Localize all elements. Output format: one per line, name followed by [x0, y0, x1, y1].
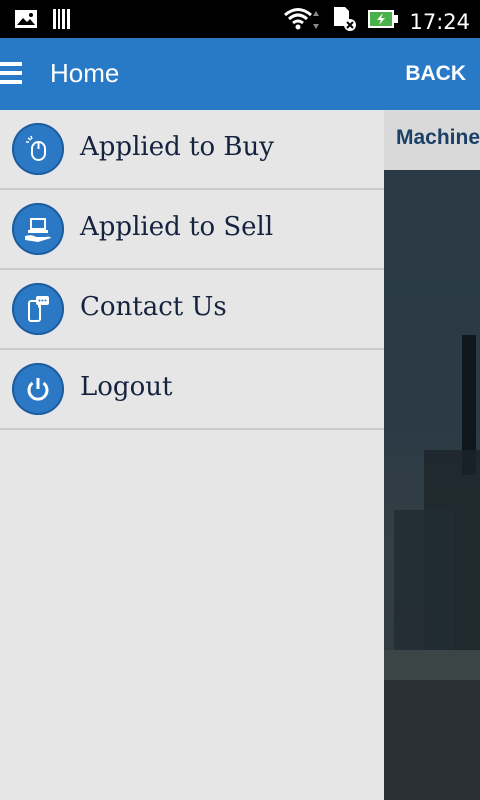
wifi-icon — [283, 7, 321, 36]
machine-photo — [384, 170, 480, 800]
app-bar: Home BACK — [0, 38, 480, 110]
main-content: Machine — [384, 110, 480, 800]
gallery-icon — [14, 8, 38, 35]
battery-icon — [367, 8, 399, 35]
back-button[interactable]: BACK — [405, 62, 466, 86]
hamburger-menu-icon[interactable] — [0, 62, 22, 86]
content-tab-label: Machine — [396, 126, 480, 149]
sd-card-icon — [331, 6, 357, 37]
drawer-item-label: Applied to Sell — [80, 212, 274, 242]
drawer-item-contact-us[interactable]: Contact Us — [0, 270, 384, 350]
laptop-hand-icon — [12, 203, 64, 255]
drawer-item-label: Applied to Buy — [80, 132, 274, 162]
barcode-icon — [52, 8, 72, 35]
drawer-item-applied-to-sell[interactable]: Applied to Sell — [0, 190, 384, 270]
drawer-item-label: Contact Us — [80, 292, 227, 322]
power-icon — [12, 363, 64, 415]
drawer-item-logout[interactable]: Logout — [0, 350, 384, 430]
navigation-drawer: Applied to Buy Applied to Sell Contact U — [0, 110, 384, 800]
mouse-icon — [12, 123, 64, 175]
drawer-item-applied-to-buy[interactable]: Applied to Buy — [0, 110, 384, 190]
app-title: Home — [50, 58, 120, 88]
status-time: 17:24 — [409, 9, 470, 34]
drawer-item-label: Logout — [80, 372, 173, 402]
content-tab[interactable]: Machine — [384, 110, 480, 170]
status-bar: 17:24 — [0, 0, 480, 38]
phone-chat-icon — [12, 283, 64, 335]
